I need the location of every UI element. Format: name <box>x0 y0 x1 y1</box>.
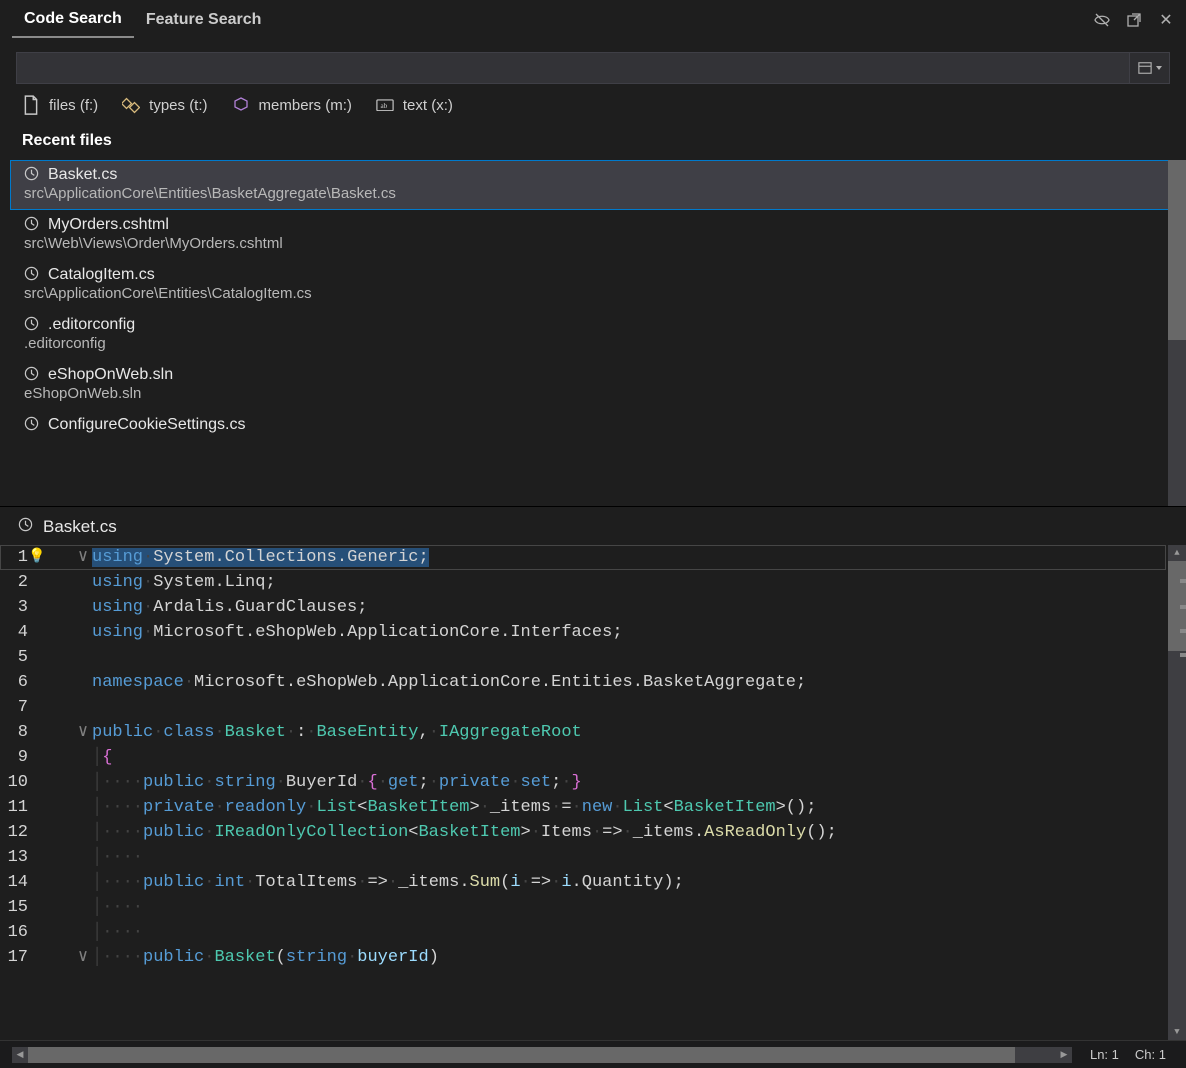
clock-icon <box>24 366 39 384</box>
code-line[interactable]: 7 <box>0 695 1186 720</box>
result-name: ConfigureCookieSettings.cs <box>48 416 245 434</box>
status-line[interactable]: Ln: 1 <box>1082 1047 1127 1062</box>
line-number: 15 <box>0 895 28 920</box>
svg-text:ab: ab <box>380 102 387 110</box>
code-line[interactable]: 16│···· <box>0 920 1186 945</box>
result-path: src\Web\Views\Order\MyOrders.cshtml <box>24 235 1166 252</box>
preview-toggle-icon[interactable] <box>1090 8 1114 32</box>
status-char[interactable]: Ch: 1 <box>1127 1047 1174 1062</box>
filter-members-label: members (m:) <box>259 97 352 114</box>
clock-icon <box>24 166 39 184</box>
tab-feature-search[interactable]: Feature Search <box>134 3 274 37</box>
line-number: 1 <box>0 545 28 570</box>
result-path: eShopOnWeb.sln <box>24 385 1166 402</box>
result-name: eShopOnWeb.sln <box>48 366 173 384</box>
line-number: 9 <box>0 745 28 770</box>
line-number: 13 <box>0 845 28 870</box>
code-line[interactable]: 15│···· <box>0 895 1186 920</box>
filter-row: files (f:) types (t:) members (m:) ab te… <box>0 88 1186 126</box>
statusbar: ◀▶ Ln: 1 Ch: 1 <box>0 1040 1186 1068</box>
result-path: src\ApplicationCore\Entities\BasketAggre… <box>24 185 1166 202</box>
result-item[interactable]: Basket.cssrc\ApplicationCore\Entities\Ba… <box>10 160 1176 210</box>
fold-toggle[interactable]: ∨ <box>76 945 90 970</box>
result-name: .editorconfig <box>48 316 135 334</box>
code-line[interactable]: 9│{ <box>0 745 1186 770</box>
fold-toggle[interactable]: ∨ <box>76 720 90 745</box>
code-line[interactable]: 5 <box>0 645 1186 670</box>
line-number: 5 <box>0 645 28 670</box>
search-row <box>16 52 1170 84</box>
code-line[interactable]: 11│····private·readonly·List<BasketItem>… <box>0 795 1186 820</box>
line-number: 10 <box>0 770 28 795</box>
result-item[interactable]: .editorconfig.editorconfig <box>6 310 1180 360</box>
line-number: 8 <box>0 720 28 745</box>
result-item[interactable]: ConfigureCookieSettings.cs <box>6 410 1180 442</box>
line-number: 12 <box>0 820 28 845</box>
result-item[interactable]: MyOrders.cshtmlsrc\Web\Views\Order\MyOrd… <box>6 210 1180 260</box>
code-scrollbar-horizontal[interactable]: ◀▶ <box>12 1047 1072 1063</box>
code-line[interactable]: 17∨│····public·Basket(string·buyerId) <box>0 945 1186 970</box>
result-path: src\ApplicationCore\Entities\CatalogItem… <box>24 285 1166 302</box>
line-number: 6 <box>0 670 28 695</box>
fold-toggle[interactable]: ∨ <box>76 545 90 570</box>
filter-types-label: types (t:) <box>149 97 207 114</box>
chevron-down-icon <box>1156 66 1162 70</box>
line-number: 16 <box>0 920 28 945</box>
code-line[interactable]: 8∨public·class·Basket·:·BaseEntity,·IAgg… <box>0 720 1186 745</box>
close-icon[interactable]: ✕ <box>1154 8 1178 32</box>
recent-files-header: Recent files <box>0 126 1186 160</box>
clock-icon <box>24 416 39 434</box>
types-icon <box>122 96 140 114</box>
preview-filename: Basket.cs <box>43 517 117 537</box>
filter-text[interactable]: ab text (x:) <box>376 96 453 114</box>
line-number: 3 <box>0 595 28 620</box>
filter-files[interactable]: files (f:) <box>22 96 98 114</box>
code-line[interactable]: 14│····public·int·TotalItems·=>·_items.S… <box>0 870 1186 895</box>
code-line[interactable]: 1💡∨using·System.Collections.Generic; <box>0 545 1186 570</box>
members-icon <box>232 96 250 114</box>
file-icon <box>22 96 40 114</box>
pop-out-icon[interactable] <box>1122 8 1146 32</box>
result-name: MyOrders.cshtml <box>48 216 169 234</box>
result-name: CatalogItem.cs <box>48 266 155 284</box>
filter-files-label: files (f:) <box>49 97 98 114</box>
code-line[interactable]: 10│····public·string·BuyerId·{·get;·priv… <box>0 770 1186 795</box>
result-name: Basket.cs <box>48 166 117 184</box>
filter-members[interactable]: members (m:) <box>232 96 352 114</box>
line-number: 14 <box>0 870 28 895</box>
result-item[interactable]: CatalogItem.cssrc\ApplicationCore\Entiti… <box>6 260 1180 310</box>
clock-icon <box>24 216 39 234</box>
titlebar: Code Search Feature Search ✕ <box>0 0 1186 40</box>
code-line[interactable]: 4using·Microsoft.eShopWeb.ApplicationCor… <box>0 620 1186 645</box>
results-list[interactable]: Basket.cssrc\ApplicationCore\Entities\Ba… <box>0 160 1186 506</box>
filter-text-label: text (x:) <box>403 97 453 114</box>
layout-split-button[interactable] <box>1130 52 1170 84</box>
text-icon: ab <box>376 96 394 114</box>
line-number: 4 <box>0 620 28 645</box>
search-input[interactable] <box>16 52 1130 84</box>
result-path: .editorconfig <box>24 335 1166 352</box>
preview-header: Basket.cs <box>0 506 1186 545</box>
tab-code-search[interactable]: Code Search <box>12 2 134 38</box>
code-line[interactable]: 2using·System.Linq; <box>0 570 1186 595</box>
lightbulb-icon[interactable]: 💡 <box>28 545 46 570</box>
code-line[interactable]: 3using·Ardalis.GuardClauses; <box>0 595 1186 620</box>
line-number: 11 <box>0 795 28 820</box>
result-item[interactable]: eShopOnWeb.slneShopOnWeb.sln <box>6 360 1180 410</box>
line-number: 17 <box>0 945 28 970</box>
results-scrollbar[interactable] <box>1168 160 1186 506</box>
code-line[interactable]: 12│····public·IReadOnlyCollection<Basket… <box>0 820 1186 845</box>
line-number: 7 <box>0 695 28 720</box>
code-editor[interactable]: 1💡∨using·System.Collections.Generic;2usi… <box>0 545 1186 1040</box>
code-line[interactable]: 6namespace·Microsoft.eShopWeb.Applicatio… <box>0 670 1186 695</box>
code-line[interactable]: 13│···· <box>0 845 1186 870</box>
filter-types[interactable]: types (t:) <box>122 96 207 114</box>
clock-icon <box>24 266 39 284</box>
code-scrollbar-vertical[interactable]: ▲ ▼ <box>1168 545 1186 1040</box>
clock-icon <box>24 316 39 334</box>
clock-icon <box>18 517 33 537</box>
line-number: 2 <box>0 570 28 595</box>
